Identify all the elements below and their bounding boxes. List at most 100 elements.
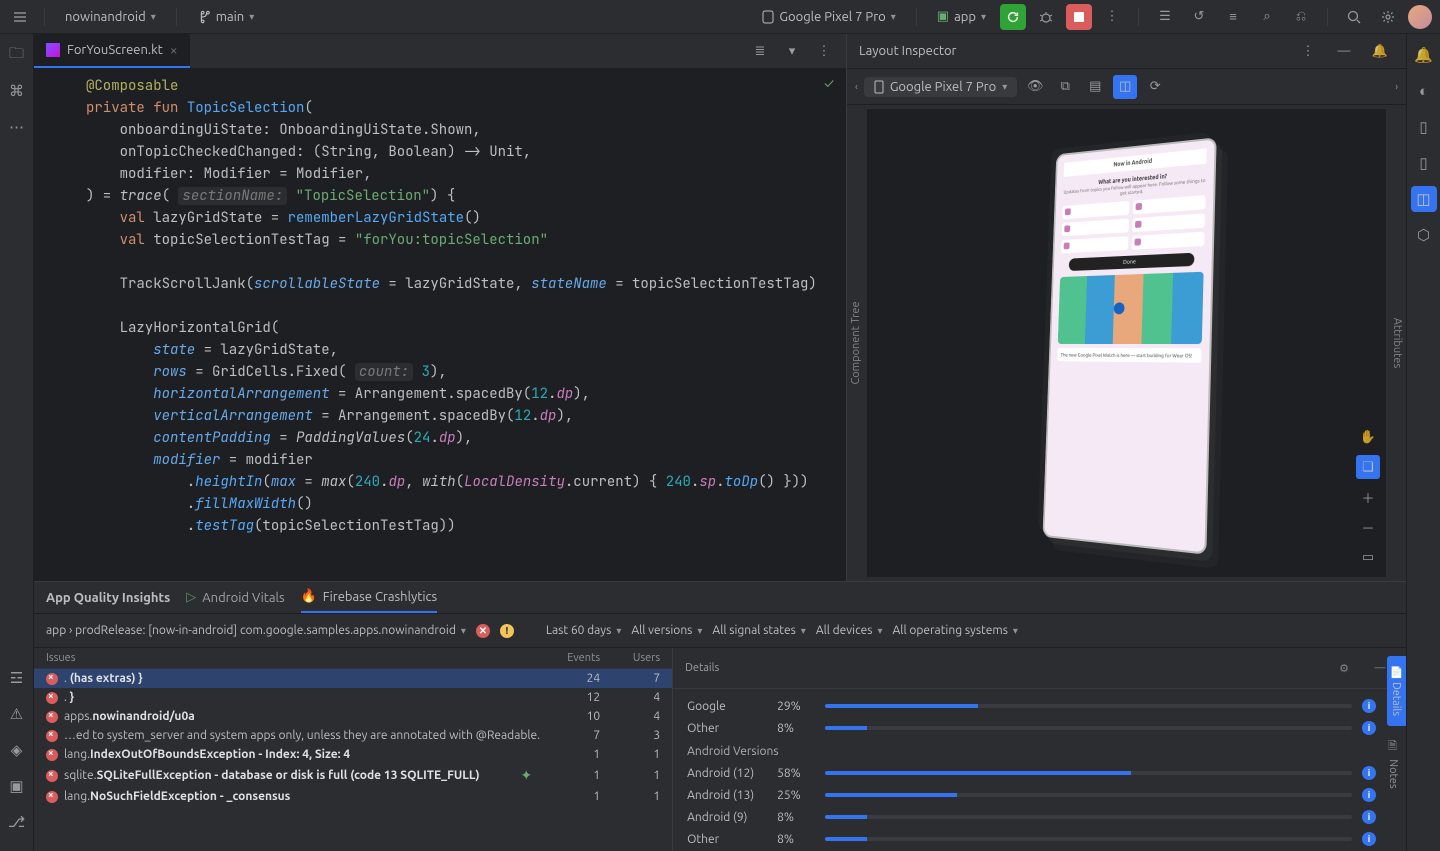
notifications-icon[interactable]: 🔔	[1366, 37, 1394, 65]
emulator-rail-icon[interactable]: ▯	[1411, 150, 1437, 176]
notifications-rail-icon[interactable]: 🔔	[1411, 42, 1437, 68]
info-icon[interactable]: i	[1362, 699, 1376, 713]
signals-filter[interactable]: All signal states▾	[712, 624, 805, 637]
project-tool-icon[interactable]: 🗀	[4, 42, 30, 68]
chevron-down-icon: ▾	[801, 625, 806, 637]
stop-button[interactable]	[1066, 4, 1092, 30]
notes-side-tab[interactable]: 🗎 Notes	[1381, 728, 1406, 799]
info-icon[interactable]: i	[1362, 832, 1376, 846]
run-config-selector[interactable]: ▣ app ▾	[929, 6, 994, 27]
chevron-down-icon: ▾	[877, 625, 882, 637]
issue-row[interactable]: lang.IndexOutOfBoundsException - Index: …	[34, 745, 672, 764]
firebase-icon: 🔥	[301, 589, 317, 604]
project-selector[interactable]: nowinandroid ▾	[57, 7, 164, 27]
editor-more-icon[interactable]: ⋮	[810, 37, 838, 65]
live-updates-icon[interactable]: 👁	[1023, 75, 1047, 99]
inspection-ok-icon[interactable]: ✓	[824, 75, 834, 91]
error-icon	[46, 749, 58, 761]
os-filter[interactable]: All operating systems▾	[893, 624, 1018, 637]
component-tree-tab[interactable]: Component Tree	[847, 293, 865, 392]
close-tab-icon[interactable]: ×	[170, 42, 178, 58]
main-menu-icon[interactable]	[8, 5, 32, 29]
news-card-text: The new Google Pixel Watch is here — sta…	[1057, 348, 1202, 363]
info-icon[interactable]: i	[1362, 788, 1376, 802]
fresh-badge-icon: ✦	[520, 767, 532, 784]
editor-gutter[interactable]	[34, 75, 82, 581]
debug-button[interactable]	[1032, 3, 1060, 31]
inspector-more-icon[interactable]: ⋮	[1294, 37, 1322, 65]
attributes-tab[interactable]: Attributes	[1388, 310, 1406, 377]
inspector-minimize-icon[interactable]: —	[1330, 37, 1358, 65]
nonfatal-filter-icon[interactable]: !	[500, 624, 514, 638]
details-title: Details	[685, 662, 719, 674]
issue-row[interactable]: …ed to system_server and system apps onl…	[34, 726, 672, 745]
inspector-device-selector[interactable]: Google Pixel 7 Pro ▾	[864, 77, 1017, 97]
details-side-tab[interactable]: 📄 Details	[1387, 656, 1406, 726]
more-tool-icon[interactable]: ⋯	[4, 114, 30, 140]
info-icon[interactable]: i	[1362, 810, 1376, 824]
issue-users: 1	[600, 748, 660, 761]
assistant-rail-icon[interactable]: ◐	[1411, 78, 1437, 104]
tool-icon-3[interactable]: ≡	[1219, 3, 1247, 31]
chevron-left-icon[interactable]: ‹	[855, 81, 858, 92]
3d-mode-icon[interactable]: ◫	[1113, 75, 1137, 99]
stat-bar	[825, 815, 1352, 819]
device-rail-icon[interactable]: ▯	[1411, 114, 1437, 140]
user-avatar[interactable]	[1408, 5, 1432, 29]
zoom-out-icon[interactable]: －	[1356, 515, 1380, 539]
terminal-tool-icon[interactable]: ▣	[4, 773, 30, 799]
tool-icon-5[interactable]: ⎌	[1287, 3, 1315, 31]
snapshot-icon[interactable]: ⧉	[1053, 75, 1077, 99]
layout-inspector-rail-icon[interactable]: ◫	[1411, 186, 1437, 212]
split-dropdown-icon[interactable]: ▾	[778, 37, 806, 65]
code-content[interactable]: @Composable private fun TopicSelection( …	[82, 75, 846, 581]
insights-tool-icon[interactable]: ◈	[4, 737, 30, 763]
overlay-icon[interactable]: ▤	[1083, 75, 1107, 99]
search-everywhere-icon[interactable]	[1340, 3, 1368, 31]
android-rail-icon[interactable]: ⬡	[1411, 222, 1437, 248]
branch-selector[interactable]: main ▾	[189, 7, 263, 27]
info-icon[interactable]: i	[1362, 721, 1376, 735]
issue-row[interactable]: . }124	[34, 688, 672, 707]
issue-row[interactable]: apps.nowinandroid/u0a104	[34, 707, 672, 726]
devices-filter[interactable]: All devices▾	[816, 624, 883, 637]
settings-button[interactable]	[1374, 3, 1402, 31]
time-filter[interactable]: Last 60 days▾	[546, 624, 621, 637]
reader-mode-icon[interactable]: ≣	[746, 37, 774, 65]
zoom-in-icon[interactable]: ＋	[1356, 485, 1380, 509]
file-tab[interactable]: ForYouScreen.kt ×	[34, 34, 190, 68]
info-icon[interactable]: i	[1362, 766, 1376, 780]
run-button[interactable]	[1000, 4, 1026, 30]
details-settings-icon[interactable]: ⚙	[1330, 654, 1358, 682]
topic-chip	[1131, 232, 1204, 250]
problems-tool-icon[interactable]: ⚠	[4, 701, 30, 727]
tool-icon-4[interactable]: ⌕	[1253, 3, 1281, 31]
pan-icon[interactable]: ✋	[1356, 425, 1380, 449]
issue-row[interactable]: . (has extras) }247	[34, 669, 672, 688]
more-actions-button[interactable]: ⋮	[1098, 3, 1126, 31]
tool-icon-1[interactable]: ☰	[1151, 3, 1179, 31]
tab-firebase-crashlytics[interactable]: 🔥 Firebase Crashlytics	[301, 582, 438, 613]
structure-tool-icon[interactable]: ⌘	[4, 78, 30, 104]
zoom-fit-icon[interactable]: ▭	[1356, 545, 1380, 569]
tool-icon-2[interactable]: ↺	[1185, 3, 1213, 31]
code-editor[interactable]: ✓ @Composable private fun TopicSelection…	[34, 69, 846, 581]
left-tool-rail: 🗀 ⌘ ⋯ ☲ ⚠ ◈ ▣ ⎇	[0, 34, 34, 851]
tab-app-quality[interactable]: App Quality Insights	[46, 582, 170, 613]
issue-events: 10	[540, 710, 600, 723]
issue-row[interactable]: sqlite.SQLiteFullException - database or…	[34, 764, 672, 787]
vcs-tool-icon[interactable]: ⎇	[4, 809, 30, 835]
app-variant-selector[interactable]: app › prodRelease: [now-in-android] com.…	[46, 624, 466, 637]
tab-android-vitals[interactable]: ▷ Android Vitals	[186, 582, 284, 613]
chevron-right-icon[interactable]: ›	[1395, 81, 1398, 92]
bug-icon	[1038, 9, 1054, 25]
refresh-icon[interactable]: ⟳	[1143, 75, 1167, 99]
run-target-device[interactable]: Google Pixel 7 Pro ▾	[754, 7, 903, 27]
layout-3d-stage[interactable]: Now in Android What are you interested i…	[867, 109, 1386, 577]
layers-icon[interactable]: ❏	[1356, 455, 1380, 479]
device-render[interactable]: Now in Android What are you interested i…	[1042, 137, 1216, 554]
fatal-filter-icon[interactable]: ✕	[476, 624, 490, 638]
versions-filter[interactable]: All versions▾	[631, 624, 702, 637]
issue-row[interactable]: lang.NoSuchFieldException - _consensus11	[34, 787, 672, 806]
build-tool-icon[interactable]: ☲	[4, 665, 30, 691]
